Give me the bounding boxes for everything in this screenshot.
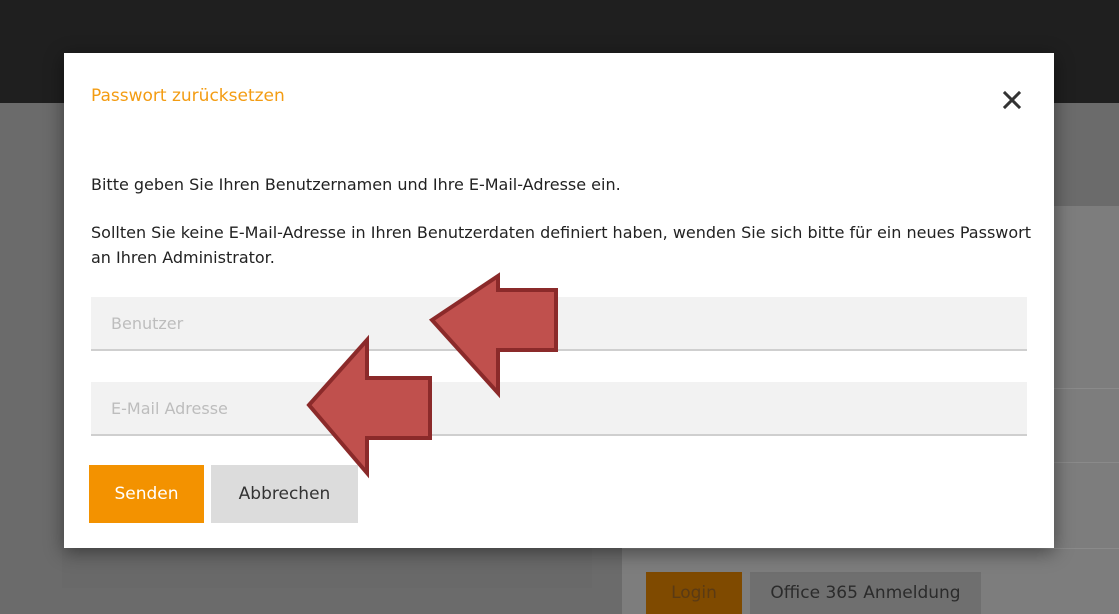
instruction-note: Sollten Sie keine E-Mail-Adresse in Ihre…	[91, 223, 1031, 267]
cancel-button[interactable]: Abbrechen	[211, 465, 358, 523]
email-input[interactable]	[91, 382, 1027, 436]
background-shadow	[62, 548, 592, 588]
dialog-title: Passwort zurücksetzen	[91, 86, 285, 106]
instruction-text: Bitte geben Sie Ihren Benutzernamen und …	[91, 175, 621, 194]
login-button[interactable]: Login	[646, 572, 742, 614]
office365-login-button[interactable]: Office 365 Anmeldung	[750, 572, 981, 614]
username-input[interactable]	[91, 297, 1027, 351]
background-divider	[622, 548, 1119, 549]
send-button[interactable]: Senden	[89, 465, 204, 523]
reset-password-dialog: Passwort zurücksetzen Bitte geben Sie Ih…	[64, 53, 1054, 548]
close-icon[interactable]	[998, 86, 1026, 114]
